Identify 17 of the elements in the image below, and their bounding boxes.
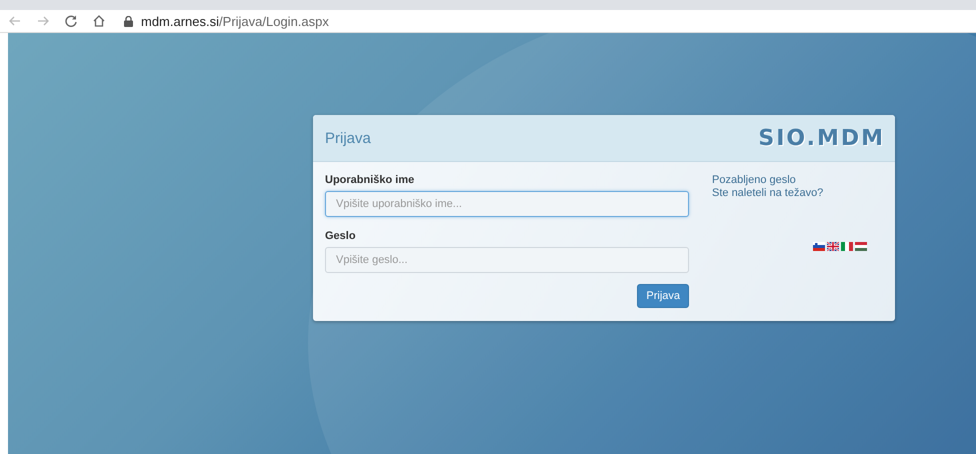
home-icon[interactable] (92, 14, 106, 28)
input-field[interactable]: Vpišite uporabniško ime... (325, 191, 689, 217)
flag-icon[interactable] (813, 242, 825, 251)
flag-icon[interactable] (827, 242, 839, 251)
flag-icon[interactable] (855, 242, 867, 251)
field-label: Uporabniško ime (325, 174, 416, 186)
logo: SIO.MDM (758, 126, 885, 150)
field-label: Geslo (325, 230, 357, 242)
help-link[interactable]: Ste naleteli na težavo? (712, 187, 883, 200)
card-title: Prijava (325, 130, 371, 146)
reload-icon[interactable] (64, 14, 78, 28)
lock-icon (124, 16, 133, 26)
input-field[interactable]: Vpišite geslo... (325, 247, 689, 273)
flag-icon[interactable] (841, 242, 853, 251)
address-text[interactable]: mdm.arnes.si/Prijava/Login.aspx (141, 14, 329, 28)
help-link[interactable]: Pozabljeno geslo (712, 174, 883, 187)
login-button[interactable]: Prijava (637, 284, 689, 308)
